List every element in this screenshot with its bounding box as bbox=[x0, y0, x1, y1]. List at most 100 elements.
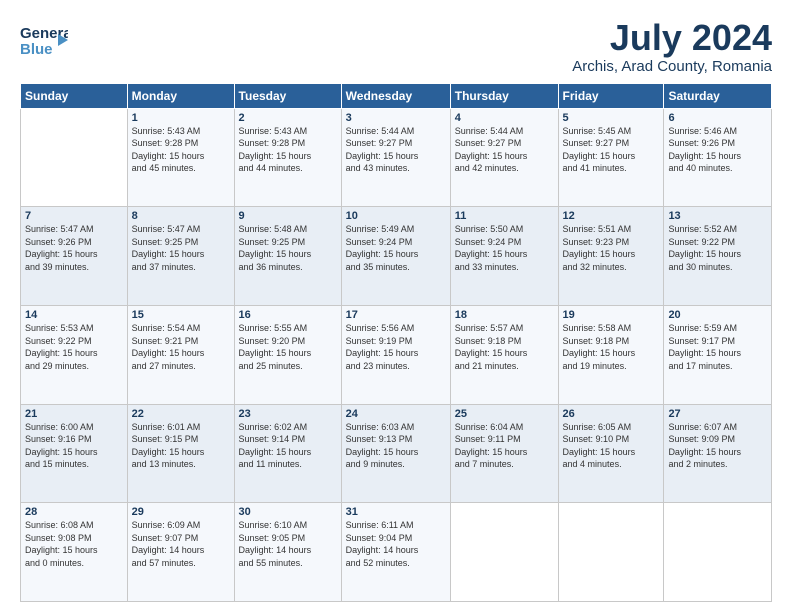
calendar: SundayMondayTuesdayWednesdayThursdayFrid… bbox=[20, 83, 772, 602]
day-info: Sunrise: 5:50 AM Sunset: 9:24 PM Dayligh… bbox=[455, 223, 554, 273]
day-number: 18 bbox=[455, 309, 554, 321]
day-info: Sunrise: 5:51 AM Sunset: 9:23 PM Dayligh… bbox=[563, 223, 660, 273]
day-info: Sunrise: 6:10 AM Sunset: 9:05 PM Dayligh… bbox=[239, 519, 337, 569]
calendar-week-2: 7Sunrise: 5:47 AM Sunset: 9:26 PM Daylig… bbox=[21, 207, 772, 306]
day-info: Sunrise: 5:46 AM Sunset: 9:26 PM Dayligh… bbox=[668, 125, 767, 175]
day-number: 13 bbox=[668, 210, 767, 222]
day-number: 8 bbox=[132, 210, 230, 222]
day-info: Sunrise: 5:52 AM Sunset: 9:22 PM Dayligh… bbox=[668, 223, 767, 273]
calendar-cell: 12Sunrise: 5:51 AM Sunset: 9:23 PM Dayli… bbox=[558, 207, 664, 306]
calendar-cell: 14Sunrise: 5:53 AM Sunset: 9:22 PM Dayli… bbox=[21, 305, 128, 404]
calendar-cell: 31Sunrise: 6:11 AM Sunset: 9:04 PM Dayli… bbox=[341, 503, 450, 602]
calendar-cell bbox=[21, 108, 128, 207]
calendar-cell: 18Sunrise: 5:57 AM Sunset: 9:18 PM Dayli… bbox=[450, 305, 558, 404]
calendar-cell: 27Sunrise: 6:07 AM Sunset: 9:09 PM Dayli… bbox=[664, 404, 772, 503]
day-number: 28 bbox=[25, 506, 123, 518]
calendar-cell: 10Sunrise: 5:49 AM Sunset: 9:24 PM Dayli… bbox=[341, 207, 450, 306]
day-info: Sunrise: 6:07 AM Sunset: 9:09 PM Dayligh… bbox=[668, 421, 767, 471]
calendar-cell: 4Sunrise: 5:44 AM Sunset: 9:27 PM Daylig… bbox=[450, 108, 558, 207]
calendar-cell bbox=[558, 503, 664, 602]
day-info: Sunrise: 5:43 AM Sunset: 9:28 PM Dayligh… bbox=[132, 125, 230, 175]
calendar-cell: 3Sunrise: 5:44 AM Sunset: 9:27 PM Daylig… bbox=[341, 108, 450, 207]
calendar-cell: 8Sunrise: 5:47 AM Sunset: 9:25 PM Daylig… bbox=[127, 207, 234, 306]
day-number: 23 bbox=[239, 408, 337, 420]
day-number: 9 bbox=[239, 210, 337, 222]
calendar-header-sunday: Sunday bbox=[21, 83, 128, 108]
calendar-cell: 29Sunrise: 6:09 AM Sunset: 9:07 PM Dayli… bbox=[127, 503, 234, 602]
day-info: Sunrise: 6:11 AM Sunset: 9:04 PM Dayligh… bbox=[346, 519, 446, 569]
day-number: 11 bbox=[455, 210, 554, 222]
day-info: Sunrise: 6:09 AM Sunset: 9:07 PM Dayligh… bbox=[132, 519, 230, 569]
calendar-cell: 25Sunrise: 6:04 AM Sunset: 9:11 PM Dayli… bbox=[450, 404, 558, 503]
day-info: Sunrise: 6:04 AM Sunset: 9:11 PM Dayligh… bbox=[455, 421, 554, 471]
calendar-header-row: SundayMondayTuesdayWednesdayThursdayFrid… bbox=[21, 83, 772, 108]
day-info: Sunrise: 6:08 AM Sunset: 9:08 PM Dayligh… bbox=[25, 519, 123, 569]
calendar-header-friday: Friday bbox=[558, 83, 664, 108]
page: General Blue July 2024 Archis, Arad Coun… bbox=[0, 0, 792, 612]
calendar-cell bbox=[450, 503, 558, 602]
calendar-cell: 6Sunrise: 5:46 AM Sunset: 9:26 PM Daylig… bbox=[664, 108, 772, 207]
svg-text:Blue: Blue bbox=[20, 41, 53, 58]
day-number: 26 bbox=[563, 408, 660, 420]
day-number: 14 bbox=[25, 309, 123, 321]
calendar-header-monday: Monday bbox=[127, 83, 234, 108]
day-info: Sunrise: 5:44 AM Sunset: 9:27 PM Dayligh… bbox=[346, 125, 446, 175]
day-info: Sunrise: 5:47 AM Sunset: 9:25 PM Dayligh… bbox=[132, 223, 230, 273]
day-info: Sunrise: 6:05 AM Sunset: 9:10 PM Dayligh… bbox=[563, 421, 660, 471]
calendar-header-saturday: Saturday bbox=[664, 83, 772, 108]
day-info: Sunrise: 5:43 AM Sunset: 9:28 PM Dayligh… bbox=[239, 125, 337, 175]
day-number: 22 bbox=[132, 408, 230, 420]
calendar-cell: 15Sunrise: 5:54 AM Sunset: 9:21 PM Dayli… bbox=[127, 305, 234, 404]
calendar-cell: 13Sunrise: 5:52 AM Sunset: 9:22 PM Dayli… bbox=[664, 207, 772, 306]
day-info: Sunrise: 6:00 AM Sunset: 9:16 PM Dayligh… bbox=[25, 421, 123, 471]
calendar-cell: 23Sunrise: 6:02 AM Sunset: 9:14 PM Dayli… bbox=[234, 404, 341, 503]
day-number: 31 bbox=[346, 506, 446, 518]
day-number: 29 bbox=[132, 506, 230, 518]
day-number: 7 bbox=[25, 210, 123, 222]
calendar-header-thursday: Thursday bbox=[450, 83, 558, 108]
day-info: Sunrise: 5:55 AM Sunset: 9:20 PM Dayligh… bbox=[239, 322, 337, 372]
calendar-cell: 11Sunrise: 5:50 AM Sunset: 9:24 PM Dayli… bbox=[450, 207, 558, 306]
day-number: 25 bbox=[455, 408, 554, 420]
day-number: 21 bbox=[25, 408, 123, 420]
day-number: 24 bbox=[346, 408, 446, 420]
day-number: 30 bbox=[239, 506, 337, 518]
calendar-cell: 28Sunrise: 6:08 AM Sunset: 9:08 PM Dayli… bbox=[21, 503, 128, 602]
logo-icon: General Blue bbox=[20, 18, 68, 67]
calendar-cell: 2Sunrise: 5:43 AM Sunset: 9:28 PM Daylig… bbox=[234, 108, 341, 207]
day-number: 4 bbox=[455, 112, 554, 124]
day-info: Sunrise: 5:54 AM Sunset: 9:21 PM Dayligh… bbox=[132, 322, 230, 372]
calendar-cell: 5Sunrise: 5:45 AM Sunset: 9:27 PM Daylig… bbox=[558, 108, 664, 207]
calendar-cell: 26Sunrise: 6:05 AM Sunset: 9:10 PM Dayli… bbox=[558, 404, 664, 503]
day-number: 5 bbox=[563, 112, 660, 124]
day-number: 10 bbox=[346, 210, 446, 222]
calendar-header-tuesday: Tuesday bbox=[234, 83, 341, 108]
title-block: July 2024 Archis, Arad County, Romania bbox=[572, 18, 772, 75]
calendar-cell: 19Sunrise: 5:58 AM Sunset: 9:18 PM Dayli… bbox=[558, 305, 664, 404]
calendar-cell: 22Sunrise: 6:01 AM Sunset: 9:15 PM Dayli… bbox=[127, 404, 234, 503]
calendar-week-1: 1Sunrise: 5:43 AM Sunset: 9:28 PM Daylig… bbox=[21, 108, 772, 207]
calendar-header-wednesday: Wednesday bbox=[341, 83, 450, 108]
day-info: Sunrise: 5:59 AM Sunset: 9:17 PM Dayligh… bbox=[668, 322, 767, 372]
calendar-cell: 16Sunrise: 5:55 AM Sunset: 9:20 PM Dayli… bbox=[234, 305, 341, 404]
calendar-week-4: 21Sunrise: 6:00 AM Sunset: 9:16 PM Dayli… bbox=[21, 404, 772, 503]
calendar-cell: 24Sunrise: 6:03 AM Sunset: 9:13 PM Dayli… bbox=[341, 404, 450, 503]
day-info: Sunrise: 5:48 AM Sunset: 9:25 PM Dayligh… bbox=[239, 223, 337, 273]
calendar-week-5: 28Sunrise: 6:08 AM Sunset: 9:08 PM Dayli… bbox=[21, 503, 772, 602]
calendar-cell: 1Sunrise: 5:43 AM Sunset: 9:28 PM Daylig… bbox=[127, 108, 234, 207]
calendar-cell: 21Sunrise: 6:00 AM Sunset: 9:16 PM Dayli… bbox=[21, 404, 128, 503]
day-info: Sunrise: 5:57 AM Sunset: 9:18 PM Dayligh… bbox=[455, 322, 554, 372]
day-number: 17 bbox=[346, 309, 446, 321]
day-number: 2 bbox=[239, 112, 337, 124]
header: General Blue July 2024 Archis, Arad Coun… bbox=[20, 18, 772, 75]
day-info: Sunrise: 6:01 AM Sunset: 9:15 PM Dayligh… bbox=[132, 421, 230, 471]
logo: General Blue bbox=[20, 18, 68, 67]
day-info: Sunrise: 5:44 AM Sunset: 9:27 PM Dayligh… bbox=[455, 125, 554, 175]
day-info: Sunrise: 6:02 AM Sunset: 9:14 PM Dayligh… bbox=[239, 421, 337, 471]
calendar-cell: 17Sunrise: 5:56 AM Sunset: 9:19 PM Dayli… bbox=[341, 305, 450, 404]
calendar-cell bbox=[664, 503, 772, 602]
day-info: Sunrise: 5:45 AM Sunset: 9:27 PM Dayligh… bbox=[563, 125, 660, 175]
day-number: 27 bbox=[668, 408, 767, 420]
calendar-cell: 7Sunrise: 5:47 AM Sunset: 9:26 PM Daylig… bbox=[21, 207, 128, 306]
day-number: 3 bbox=[346, 112, 446, 124]
